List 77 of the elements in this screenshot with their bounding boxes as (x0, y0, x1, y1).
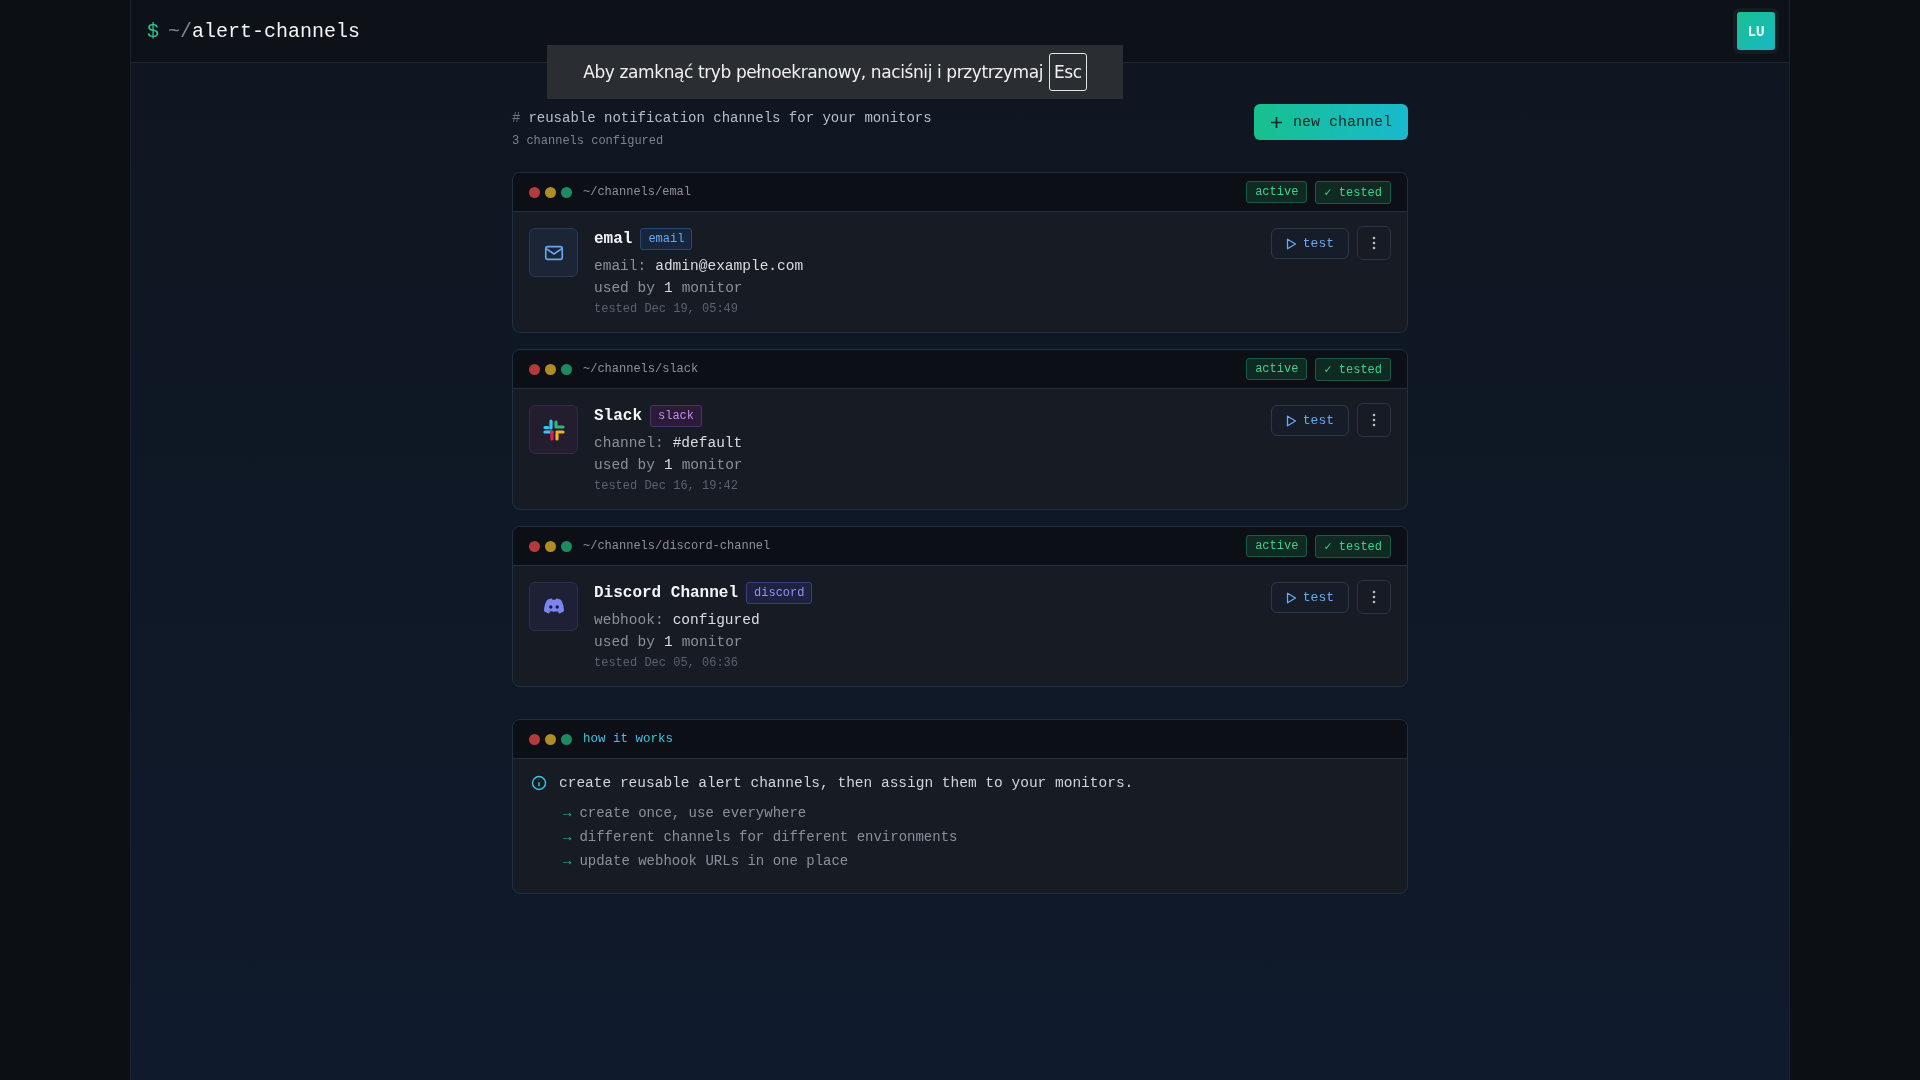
more-options-button[interactable] (1357, 403, 1391, 437)
usage-unit: monitor (681, 457, 743, 473)
last-tested-time: tested Dec 05, 06:36 (594, 656, 740, 670)
window-dot-icon (561, 186, 572, 198)
arrow-icon: → (563, 805, 572, 821)
window-dot-icon (545, 733, 556, 745)
info-list-item: update webhook URLs in one place (579, 853, 849, 869)
detail-value: admin@example.com (655, 258, 804, 274)
test-button[interactable]: test (1270, 582, 1349, 613)
channel-name: Discord Channel (594, 584, 739, 602)
info-title: how it works (583, 732, 673, 746)
more-options-button[interactable] (1357, 226, 1391, 260)
path-prefix: ~/ (168, 19, 193, 43)
window-dot-icon (561, 733, 572, 745)
play-icon (1285, 237, 1297, 250)
window-dot-icon (529, 733, 540, 745)
prompt-symbol: $ (147, 19, 159, 43)
detail-label: webhook: (594, 612, 664, 628)
info-icon (531, 775, 547, 791)
channel-type-tag: slack (650, 405, 703, 427)
detail-value: #default (672, 435, 743, 451)
page-title: alert-channels (192, 19, 361, 43)
play-icon (1285, 591, 1297, 604)
notice-text: Aby zamknąć tryb pełnoekranowy, naciśnij i przytrzymaj (583, 62, 1043, 82)
test-button[interactable]: test (1270, 405, 1349, 436)
hash-logo-icon (541, 417, 566, 442)
page-subtitle: reusable notification channels for your monitors (528, 110, 932, 126)
detail-value: configured (672, 612, 760, 628)
channel-type-tag: discord (746, 582, 813, 604)
test-button[interactable]: test (1270, 228, 1349, 259)
last-tested-time: tested Dec 16, 19:42 (594, 479, 740, 493)
more-options-button[interactable] (1357, 580, 1391, 614)
status-badge: active (1246, 358, 1308, 380)
window-dot-icon (545, 186, 556, 198)
status-badge: active (1246, 535, 1308, 557)
arrow-icon: → (563, 853, 572, 869)
status-badge: ✓ tested (1315, 180, 1391, 204)
plus-icon (1269, 115, 1283, 129)
play-icon (1285, 414, 1297, 427)
window-dot-icon (529, 186, 540, 198)
more-icon (1372, 590, 1376, 604)
channel-name: Slack (594, 407, 642, 425)
channel-path: ~/channels/discord-channel (583, 539, 771, 553)
usage-unit: monitor (681, 280, 743, 296)
status-badge: active (1246, 181, 1308, 203)
more-icon (1372, 413, 1376, 427)
status-badge: ✓ tested (1315, 534, 1391, 558)
window-dot-icon (561, 540, 572, 552)
info-list-item: different channels for different environments (579, 829, 958, 845)
usage-count: 1 (663, 457, 673, 473)
channel-type-tag: email (640, 228, 693, 250)
usage-label: used by (594, 634, 655, 650)
channel-path: ~/channels/emal (583, 185, 692, 199)
last-tested-time: tested Dec 19, 05:49 (594, 302, 740, 316)
usage-count: 1 (663, 280, 673, 296)
esc-key: Esc (1049, 53, 1087, 91)
window-dot-icon (561, 363, 572, 375)
usage-unit: monitor (681, 634, 743, 650)
detail-label: email: (594, 258, 647, 274)
window-dot-icon (529, 540, 540, 552)
usage-label: used by (594, 457, 655, 473)
detail-label: channel: (594, 435, 664, 451)
channel-count: 3 channels configured (512, 134, 665, 148)
status-badge: ✓ tested (1315, 357, 1391, 381)
comment-marker: # (512, 110, 521, 126)
window-dot-icon (529, 363, 540, 375)
usage-count: 1 (663, 634, 673, 650)
new-channel-button[interactable]: new channel (1253, 104, 1408, 140)
window-dot-icon (545, 540, 556, 552)
info-list-item: create once, use everywhere (579, 805, 807, 821)
channel-path: ~/channels/slack (583, 362, 699, 376)
more-icon (1372, 236, 1376, 250)
window-dot-icon (545, 363, 556, 375)
info-lead-text: create reusable alert channels, then assign them to your monitors. (559, 775, 1134, 791)
arrow-icon: → (563, 829, 572, 845)
usage-label: used by (594, 280, 655, 296)
channel-name: emal (594, 230, 633, 248)
